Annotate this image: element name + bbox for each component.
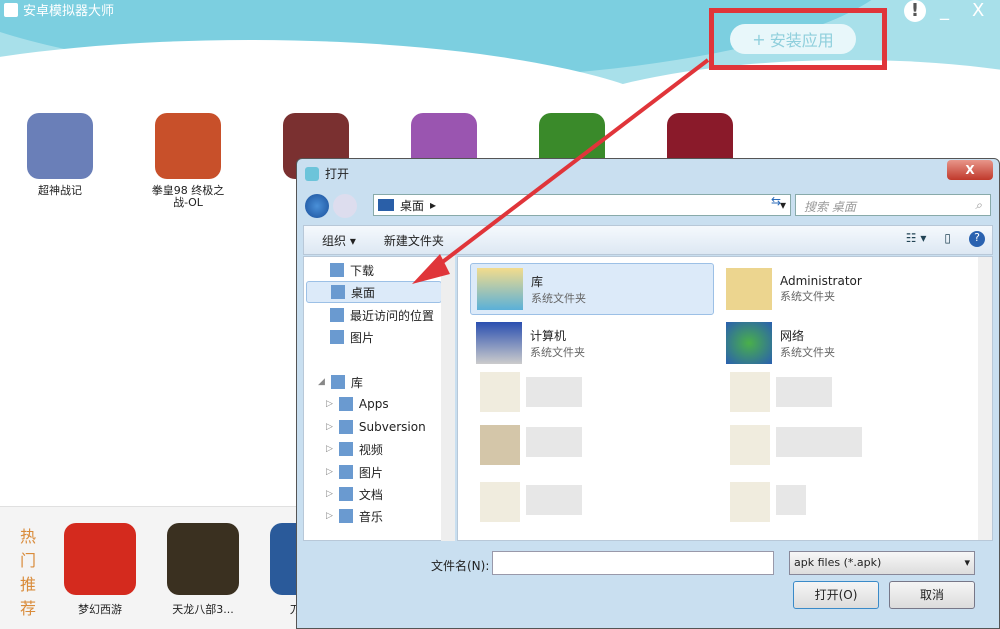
document-icon [338, 487, 353, 501]
game-name: 拳皇98 终极之战-OL [151, 184, 225, 209]
back-button[interactable] [305, 194, 329, 218]
blurred-file-icon [730, 482, 770, 522]
game-name: 超神战记 [38, 184, 82, 197]
preview-pane-icon[interactable]: ▯ [944, 231, 951, 247]
download-folder-icon [330, 263, 344, 277]
recommend-item[interactable]: 天龙八部3... [163, 523, 243, 617]
minimize-button[interactable]: _ [940, 0, 949, 21]
chevron-right-icon: ▸ [430, 198, 437, 212]
app-title: 安卓模拟器大师 [4, 0, 114, 19]
file-list-scrollbar[interactable] [978, 257, 992, 540]
game-icon [155, 113, 221, 179]
toolbar: 组织 ▾ 新建文件夹 [303, 225, 993, 255]
filename-label: 文件名(N): [431, 559, 490, 573]
game-icon [27, 113, 93, 179]
dialog-close-button[interactable]: X [947, 160, 993, 180]
new-folder-button[interactable]: 新建文件夹 [384, 232, 444, 249]
nav-item[interactable]: 最近访问的位置 [330, 304, 434, 326]
search-input[interactable]: 搜索 桌面 ⌕ [795, 194, 991, 216]
expand-icon[interactable]: ▷ [326, 511, 333, 521]
app-logo-icon [4, 2, 18, 17]
network-icon [726, 322, 772, 364]
nav-item[interactable]: ▷ Apps [326, 393, 389, 415]
close-button[interactable]: X [972, 0, 984, 21]
recommend-label: 热门推荐 [20, 527, 37, 618]
nav-scrollbar[interactable] [441, 256, 455, 541]
blurred-file-icon [730, 425, 770, 465]
desktop-icon [331, 285, 345, 299]
forward-button[interactable] [333, 194, 357, 218]
nav-item[interactable]: 图片 [330, 326, 374, 348]
recommend-bar: 热门推荐 梦幻西游天龙八部3...刀塔... [0, 506, 342, 629]
filename-input[interactable] [492, 551, 774, 575]
video-icon [338, 442, 353, 456]
document-icon [338, 420, 353, 434]
game-tile[interactable]: 超神战记 [20, 113, 100, 197]
view-options-icon[interactable]: ☷ ▾ [906, 231, 927, 247]
library-icon [477, 268, 523, 310]
open-button[interactable]: 打开(O) [793, 581, 879, 609]
desktop-icon [378, 199, 394, 211]
expand-icon[interactable]: ▷ [326, 422, 333, 432]
nav-item[interactable]: ◢ 库 [318, 371, 363, 393]
computer-icon [476, 322, 522, 364]
blurred-file-name [776, 377, 832, 407]
blurred-file-name [526, 427, 582, 457]
recommend-item[interactable]: 梦幻西游 [60, 523, 140, 617]
blurred-file-icon [480, 482, 520, 522]
search-icon: ⌕ [975, 198, 982, 212]
dialog-icon [305, 166, 319, 181]
blurred-file-name [526, 485, 582, 515]
app-name: 天龙八部3... [172, 603, 234, 616]
pictures-icon [330, 330, 344, 344]
pictures-icon [338, 465, 353, 479]
nav-item[interactable]: ▷ 文档 [326, 483, 383, 505]
expand-icon[interactable]: ▷ [326, 467, 333, 477]
nav-item[interactable]: ▷ 视频 [326, 438, 383, 460]
expand-icon[interactable]: ▷ [326, 489, 333, 499]
navigation-pane: 下载 桌面 最近访问的位置 图片 ◢ 库 ▷ Apps ▷ Subversion ▷ 视频 ▷ 图片 ▷ 文档… [303, 256, 455, 541]
filetype-select[interactable]: apk files (*.apk) ▾ [789, 551, 975, 575]
app-icon [167, 523, 239, 595]
nav-item[interactable]: ▷ 图片 [326, 461, 383, 483]
nav-item[interactable]: ▷ 音乐 [326, 505, 383, 527]
file-item-computer[interactable]: 计算机 系统文件夹 [470, 317, 714, 369]
library-icon [330, 375, 345, 389]
blurred-file-name [776, 485, 806, 515]
app-icon [64, 523, 136, 595]
nav-item[interactable]: 下载 [330, 259, 374, 281]
blurred-file-icon [730, 372, 770, 412]
music-icon [338, 509, 353, 523]
info-button[interactable]: ! [904, 0, 926, 22]
blurred-file-name [526, 377, 582, 407]
expand-icon[interactable]: ◢ [318, 377, 325, 387]
chevron-down-icon: ▾ [964, 556, 970, 569]
dialog-title: 打开 [325, 167, 350, 181]
blurred-file-icon [480, 372, 520, 412]
nav-item[interactable]: 桌面 [306, 281, 442, 303]
blurred-file-icon [480, 425, 520, 465]
organize-menu[interactable]: 组织 ▾ [322, 232, 356, 249]
highlight-box [709, 8, 887, 70]
open-file-dialog: 打开 X 桌面 ▸ ▾ ⇆ 搜索 桌面 ⌕ 组织 ▾ 新建文件夹 ☷ ▾ ▯? 下载 桌面… [296, 158, 1000, 629]
game-tile[interactable]: 拳皇98 终极之战-OL [148, 113, 228, 209]
refresh-button[interactable]: ⇆ [765, 194, 787, 216]
file-list: 库系统文件夹 Administrator 系统文件夹 计算机 系统文件夹 网络 系统文… [457, 256, 993, 541]
apps-icon [338, 397, 353, 411]
user-folder-icon [726, 268, 772, 310]
expand-icon[interactable]: ▷ [326, 399, 333, 409]
nav-item[interactable]: ▷ Subversion [326, 416, 426, 438]
help-icon[interactable]: ? [969, 231, 985, 247]
file-item-library[interactable]: 库系统文件夹 [470, 263, 714, 315]
expand-icon[interactable]: ▷ [326, 444, 333, 454]
recent-places-icon [330, 308, 344, 322]
address-bar[interactable]: 桌面 ▸ ▾ [373, 194, 791, 216]
file-item-administrator[interactable]: Administrator 系统文件夹 [720, 263, 964, 315]
blurred-file-name [776, 427, 862, 457]
file-item-network[interactable]: 网络 系统文件夹 [720, 317, 964, 369]
app-name: 梦幻西游 [78, 603, 122, 616]
cancel-button[interactable]: 取消 [889, 581, 975, 609]
